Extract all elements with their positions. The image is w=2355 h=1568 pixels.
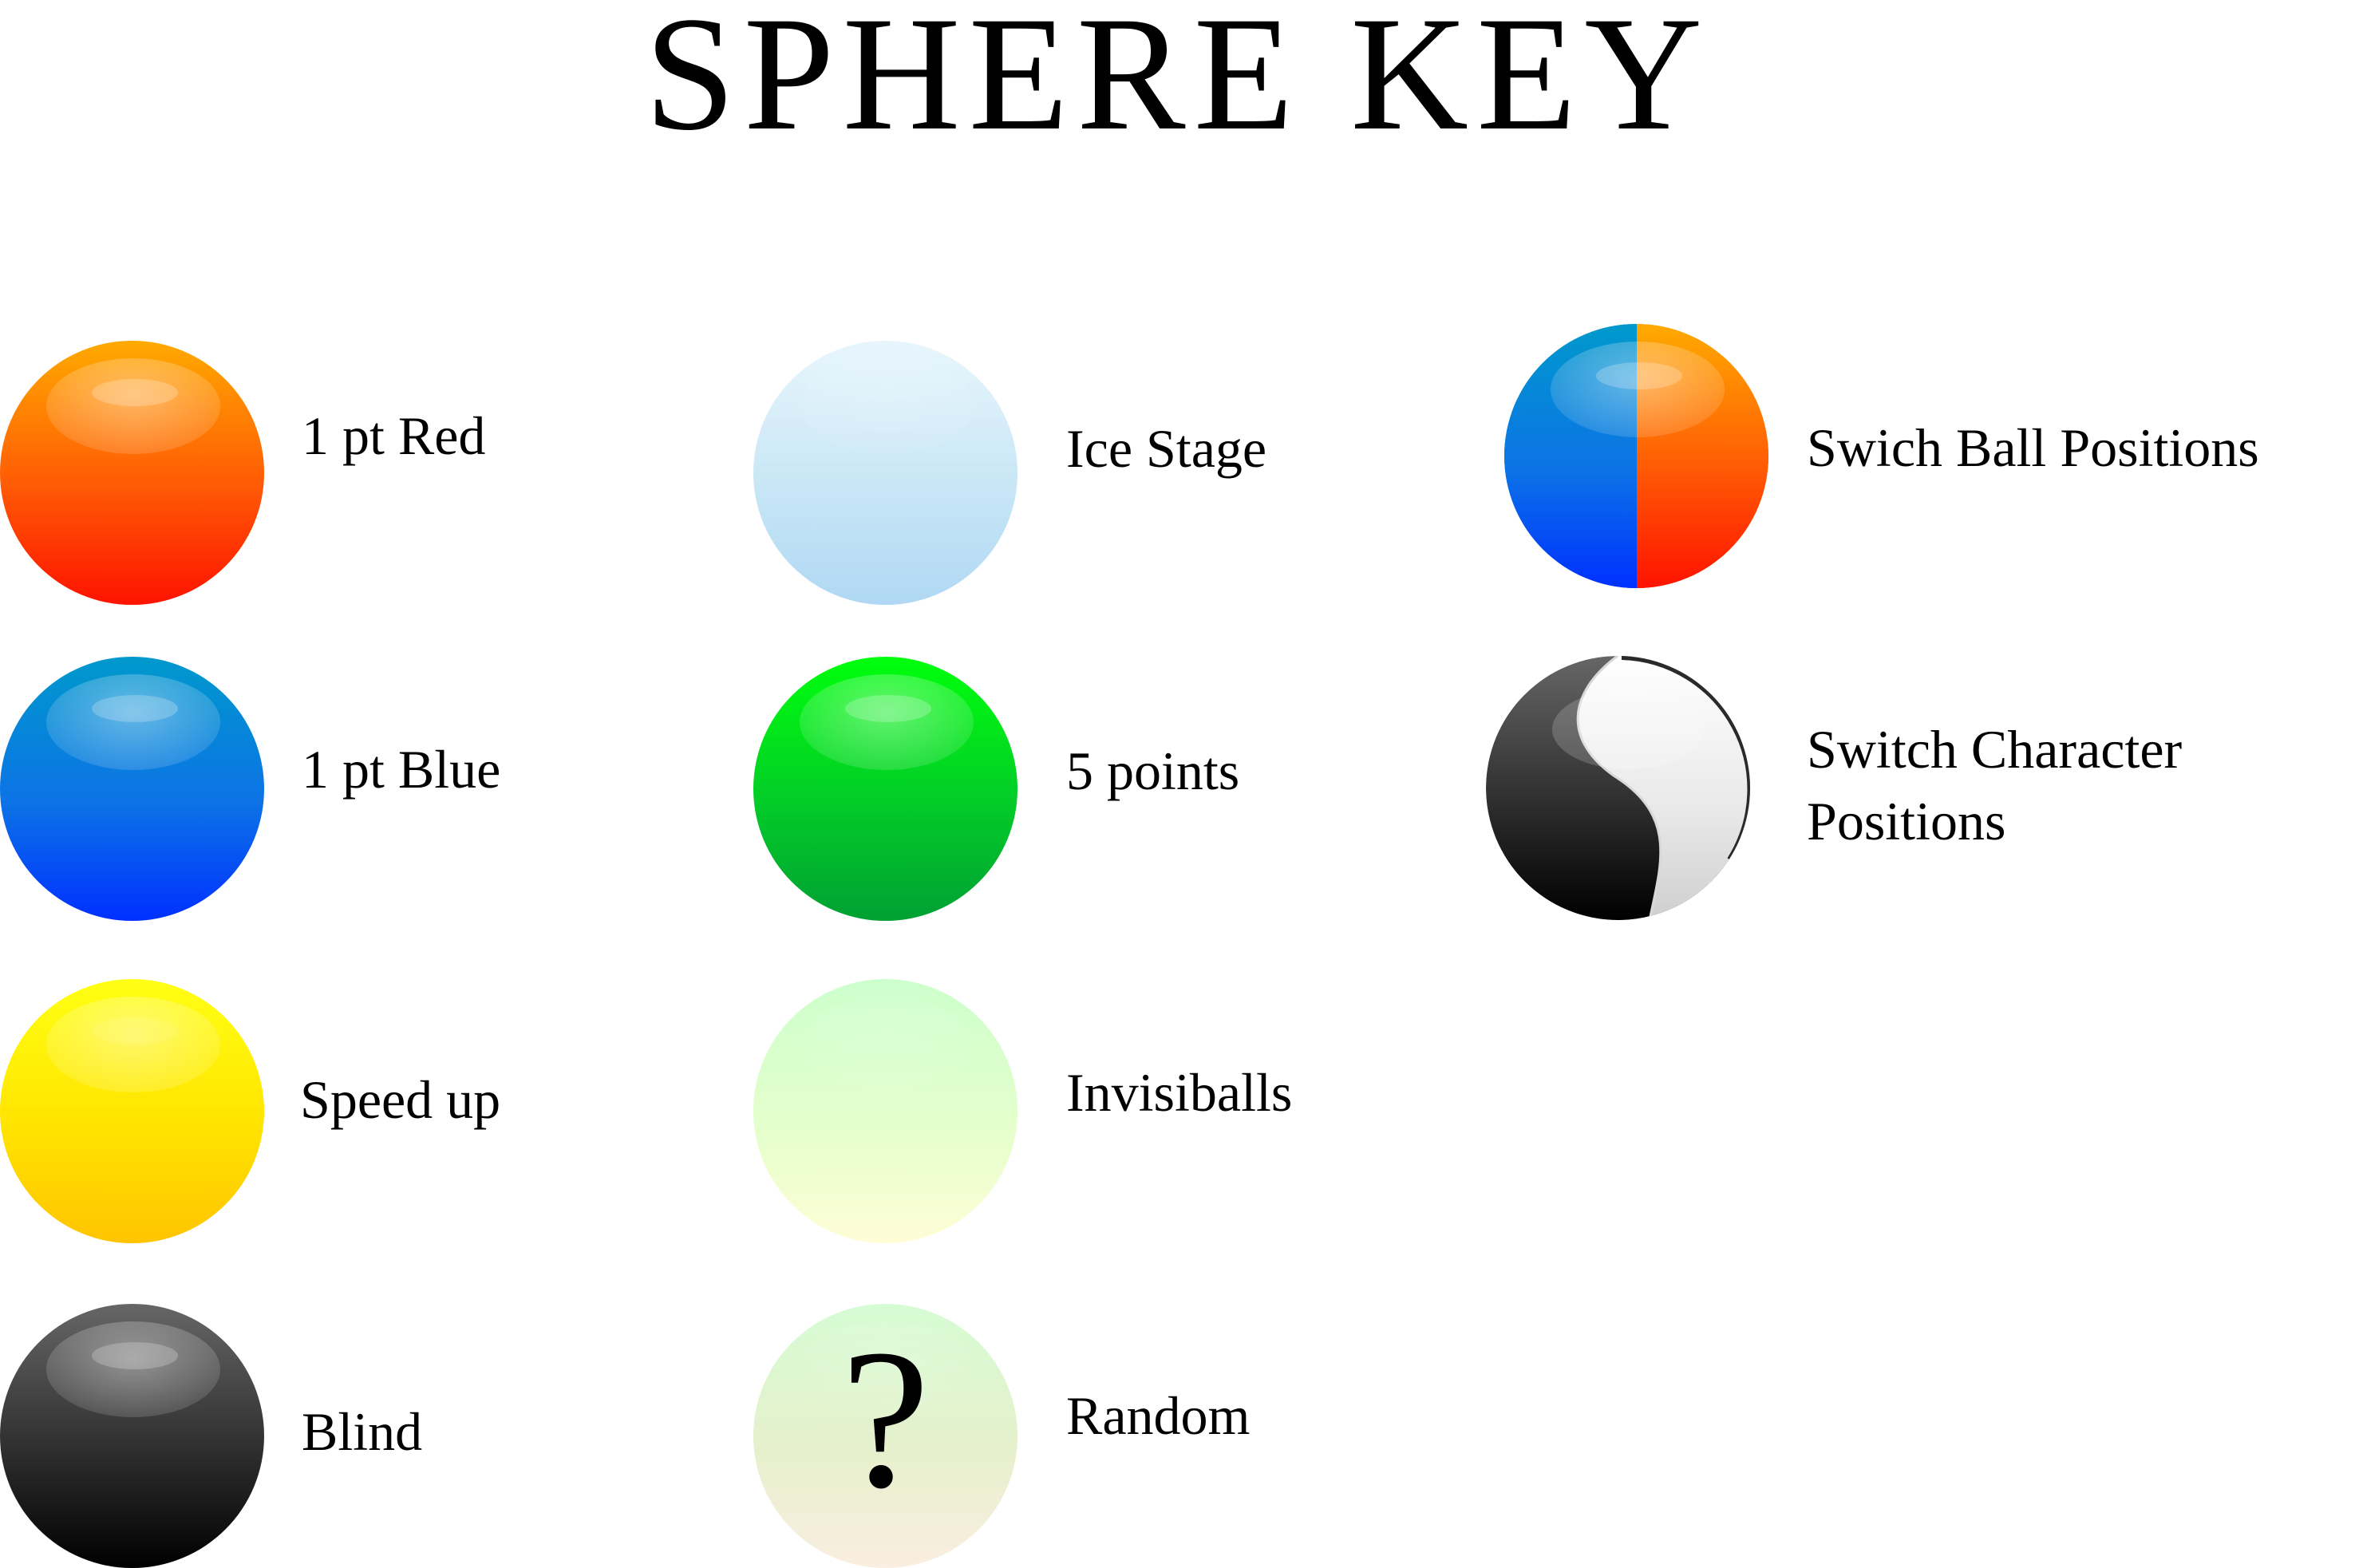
label-ice-stage: Ice Stage: [1066, 418, 1267, 479]
pale-green-sphere-icon: [753, 979, 1017, 1243]
label-1pt-red: 1 pt Red: [302, 405, 486, 466]
split-blue-orange-sphere-icon: [1504, 324, 1768, 588]
page-title: SPHERE KEY: [644, 0, 1711, 164]
label-swich-ball-positions: Swich Ball Positions: [1807, 417, 2259, 478]
label-1pt-blue: 1 pt Blue: [302, 739, 501, 800]
label-invisiballs: Invisiballs: [1066, 1062, 1293, 1123]
label-5-points: 5 points: [1066, 741, 1240, 801]
yellow-sphere-icon: [0, 979, 264, 1243]
black-white-swirl-sphere-icon: [1486, 656, 1750, 920]
label-switch-character-line2: Positions: [1807, 791, 2006, 851]
green-sphere-icon: [753, 657, 1017, 921]
question-mark: ?: [841, 1309, 930, 1530]
black-sphere-icon: [0, 1304, 264, 1568]
label-random: Random: [1066, 1385, 1251, 1446]
question-sphere-icon: ?: [753, 1304, 1017, 1568]
label-blind: Blind: [302, 1401, 423, 1462]
ice-sphere-icon: [753, 341, 1017, 605]
label-switch-character-line1: Switch Character: [1807, 719, 2183, 780]
blue-sphere-icon: [0, 657, 264, 921]
label-speed-up: Speed up: [300, 1069, 501, 1130]
red-sphere-icon: [0, 341, 264, 605]
